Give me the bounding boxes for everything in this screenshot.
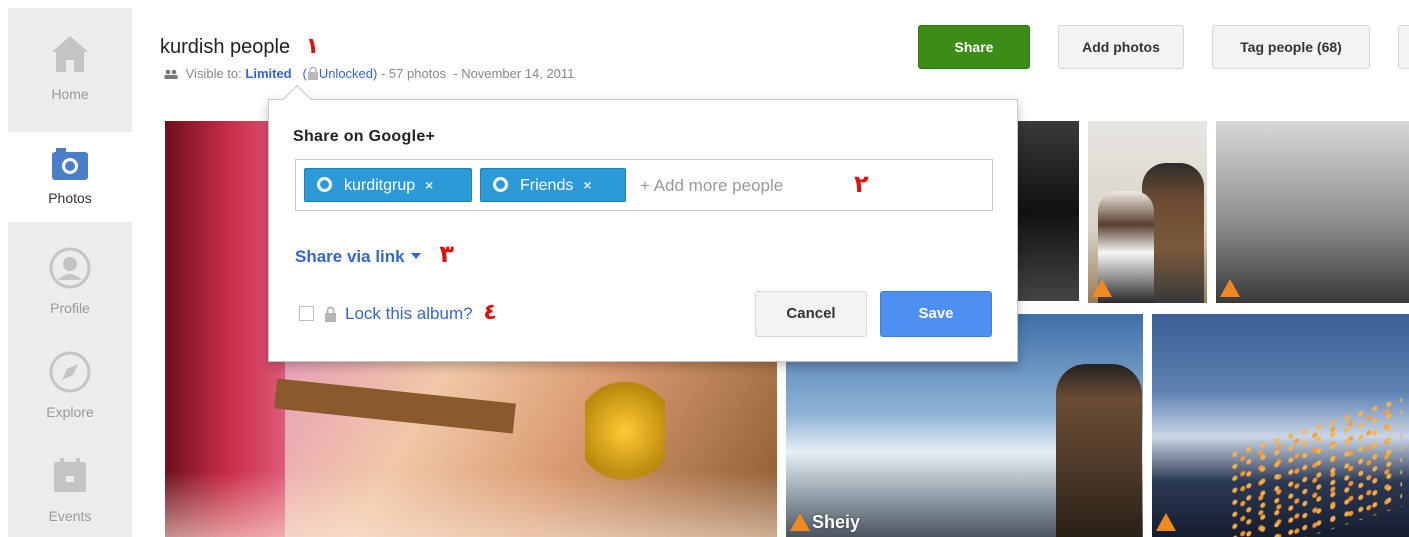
people-icon <box>164 69 178 79</box>
nav-label-home: Home <box>51 86 89 102</box>
share-via-link[interactable]: Share via link ٣ <box>295 240 454 268</box>
share-dialog: Share on Google+ kurditgrup × Friends × + … <box>268 84 1018 362</box>
tag-people-button[interactable]: Tag people (68) <box>1212 25 1370 69</box>
photo-tile[interactable] <box>1152 314 1409 537</box>
camera-icon <box>52 148 88 180</box>
add-photos-button[interactable]: Add photos <box>1058 25 1184 69</box>
chip-label: Friends <box>520 177 574 194</box>
annotation-1: ١ <box>305 34 320 59</box>
nav-item-photos[interactable]: Photos <box>8 132 133 222</box>
chip-label: kurditgrup <box>344 177 416 194</box>
recipient-chip[interactable]: Friends × <box>480 168 626 202</box>
calendar-icon <box>54 458 86 492</box>
album-title: kurdish people ١ <box>160 34 319 59</box>
photo-tile[interactable] <box>1017 121 1079 301</box>
nav-item-events[interactable]: Events <box>8 452 132 537</box>
profile-icon <box>49 247 91 289</box>
watermark-logo <box>1092 278 1114 299</box>
nav-label-photos: Photos <box>48 190 92 206</box>
compass-icon <box>49 351 91 393</box>
nav-item-profile[interactable]: Profile <box>8 244 132 334</box>
circle-icon <box>493 177 508 192</box>
annotation-3: ٣ <box>439 240 455 268</box>
remove-chip-icon[interactable]: × <box>425 169 433 201</box>
share-button[interactable]: Share <box>918 25 1030 69</box>
lock-album-checkbox[interactable] <box>299 306 314 321</box>
share-via-link-label: Share via link <box>295 247 405 266</box>
album-title-text: kurdish people <box>160 36 291 58</box>
lock-icon <box>307 66 318 80</box>
nav-label-profile: Profile <box>50 300 90 316</box>
nav-label-explore: Explore <box>46 404 94 420</box>
nav-item-explore[interactable]: Explore <box>8 348 132 438</box>
cancel-button[interactable]: Cancel <box>755 291 867 337</box>
dropdown-arrow-icon <box>410 253 421 259</box>
annotation-2: ٢ <box>854 170 869 198</box>
nav-item-home[interactable]: Home <box>8 30 132 120</box>
watermark-logo <box>1156 512 1178 533</box>
lock-album-row: Lock this album? ٤ <box>299 300 497 325</box>
visibility-link[interactable]: Limited <box>245 66 291 81</box>
active-caret <box>119 168 133 196</box>
nav-label-events: Events <box>48 508 92 524</box>
more-button[interactable] <box>1398 25 1409 69</box>
photo-count: - 57 photos <box>380 66 447 81</box>
save-button[interactable]: Save <box>880 291 992 337</box>
annotation-4: ٤ <box>483 300 497 325</box>
dialog-title: Share on Google+ <box>293 128 436 145</box>
dialog-pointer <box>282 84 312 114</box>
circle-icon <box>317 177 332 192</box>
watermark: Sheiy <box>790 512 860 533</box>
unlocked-link[interactable]: Unlocked) <box>319 66 378 81</box>
album-date: - November 14, 2011 <box>453 66 575 81</box>
remove-chip-icon[interactable]: × <box>583 169 591 201</box>
share-recipients-input[interactable]: kurditgrup × Friends × + Add more people ٢ <box>295 159 993 211</box>
lock-icon <box>325 306 336 322</box>
album-meta: Visible to: Limited (Unlocked) - 57 phot… <box>164 66 574 81</box>
photo-tile[interactable] <box>1088 121 1207 303</box>
watermark-text: Sheiy <box>812 512 861 532</box>
lock-album-link[interactable]: Lock this album? <box>345 304 473 323</box>
watermark-logo <box>1220 278 1242 299</box>
recipient-chip[interactable]: kurditgrup × <box>304 168 472 202</box>
left-nav-sidebar: Home Photos Profile Explore Events <box>8 8 133 537</box>
home-icon <box>52 36 88 72</box>
add-people-placeholder[interactable]: + Add more people <box>640 176 783 196</box>
photo-tile[interactable] <box>1216 121 1409 303</box>
visible-prefix: Visible to: <box>185 66 242 81</box>
